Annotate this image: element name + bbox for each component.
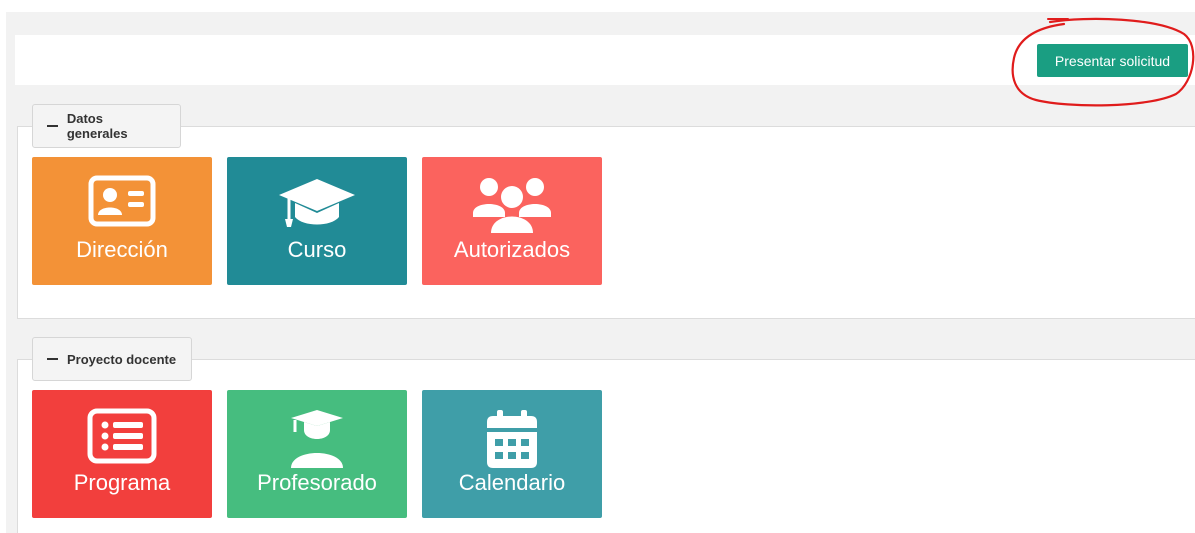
tile-calendario[interactable]: Calendario: [422, 390, 602, 518]
graduation-cap-icon: [279, 179, 355, 227]
tile-direccion[interactable]: Dirección: [32, 157, 212, 285]
tile-curso[interactable]: Curso: [227, 157, 407, 285]
tile-programa[interactable]: Programa: [32, 390, 212, 518]
section-title: Datos generales: [66, 111, 128, 141]
tile-label: Autorizados: [453, 237, 571, 262]
users-icon: [473, 178, 551, 233]
submit-request-button[interactable]: Presentar solicitud: [1037, 44, 1188, 77]
tile-label: Programa: [73, 470, 171, 495]
section-toggle-proyecto-docente[interactable]: Proyecto docente: [32, 337, 192, 381]
id-card-icon: [88, 175, 156, 227]
tile-profesorado[interactable]: Profesorado: [227, 390, 407, 518]
tile-label: Calendario: [458, 470, 566, 495]
tile-label: Curso: [287, 237, 347, 262]
teacher-icon: [291, 410, 343, 468]
top-toolbar: [15, 35, 1195, 85]
tile-label: Profesorado: [257, 470, 377, 495]
section-toggle-datos-generales[interactable]: Datos generales: [32, 104, 181, 148]
calendar-icon: [487, 410, 537, 468]
list-icon: [87, 408, 157, 464]
tile-autorizados[interactable]: Autorizados: [422, 157, 602, 285]
tile-label: Dirección: [76, 237, 168, 262]
section-title: Proyecto docente: [67, 351, 177, 367]
minus-icon: [47, 358, 58, 360]
minus-icon: [47, 125, 58, 127]
